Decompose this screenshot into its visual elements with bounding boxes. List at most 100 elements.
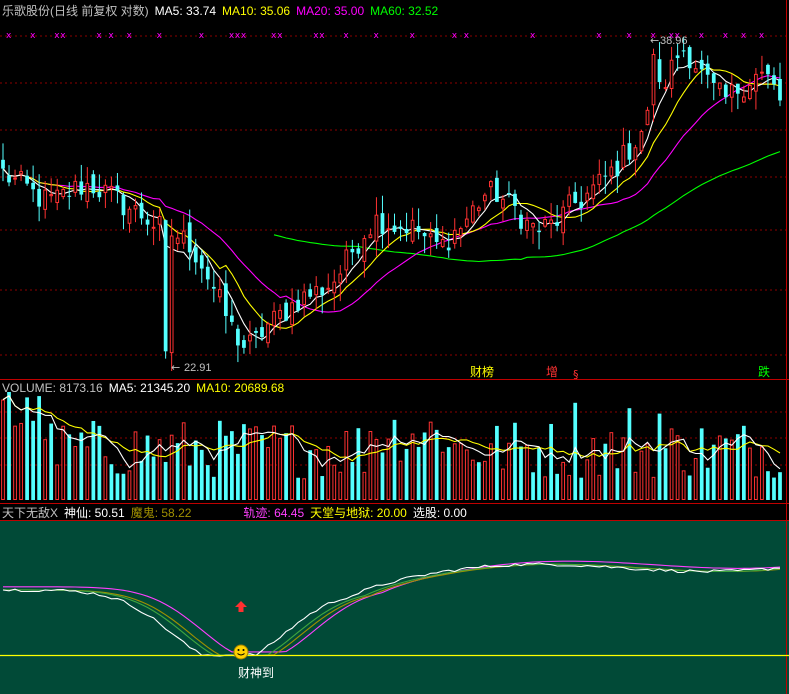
volume-bar-down — [446, 447, 451, 500]
volume-bar-down — [657, 413, 662, 500]
volume-bar-down — [193, 440, 198, 500]
volume-bar-up — [272, 425, 276, 501]
candle-up — [476, 207, 481, 212]
candle-down — [25, 175, 29, 184]
candle-up — [157, 215, 162, 225]
volume-bar-down — [109, 464, 114, 500]
candle-down — [205, 266, 210, 280]
candle-up — [549, 219, 553, 224]
volume-bar-up — [717, 435, 722, 500]
candle-down — [193, 247, 198, 263]
signal-caibang: 财榜 — [470, 364, 494, 379]
top-marker: x — [530, 31, 536, 41]
candle-down — [537, 230, 541, 233]
volume-bar-up — [302, 478, 307, 500]
candle-down — [416, 226, 421, 232]
top-marker: x — [343, 31, 349, 41]
volume-bar-down — [187, 465, 192, 500]
ma60-label: MA60: 32.52 — [370, 4, 439, 18]
candle-down — [555, 222, 560, 226]
volume-bar-up — [591, 438, 596, 500]
candle-up — [621, 144, 626, 168]
low-arrow: ← — [171, 361, 180, 374]
candle-up — [248, 334, 252, 342]
volume-bar-up — [693, 458, 698, 501]
volume-bar-down — [97, 425, 102, 500]
candle-up — [489, 181, 493, 188]
candle-down — [735, 83, 740, 94]
candle-down — [434, 228, 439, 242]
volume-bar-down — [31, 420, 35, 500]
volume-bar-down — [615, 468, 620, 500]
top-marker: x — [30, 31, 36, 41]
volume-bar-up — [482, 460, 487, 500]
candle-down — [199, 255, 204, 269]
volume-bar-up — [127, 470, 132, 501]
candle-down — [380, 213, 385, 234]
volume-bar-up — [410, 433, 415, 500]
candle-down — [211, 286, 216, 289]
volume-bar-down — [699, 428, 704, 500]
volume-bar-up — [338, 471, 343, 501]
volume-bar-down — [380, 452, 385, 500]
candle-up — [272, 310, 276, 327]
volume-bar-down — [115, 473, 120, 500]
candle-up — [314, 286, 319, 296]
volume-bar-up — [157, 439, 162, 501]
volume-bar-up — [428, 421, 433, 500]
ma20-label: MA20: 35.00 — [296, 4, 365, 18]
price-header: 乐歌股份(日线 前复权 对数) MA5: 33.74 MA10: 35.06 MA20… — [2, 4, 444, 18]
guiji-label: 轨迹: 64.45 — [243, 506, 305, 520]
candle-up — [639, 131, 644, 152]
candle-down — [1, 159, 5, 169]
caishen-label: 财神到 — [238, 666, 274, 680]
top-marker: x — [277, 31, 283, 41]
candle-up — [754, 73, 758, 92]
volume-bar-down — [199, 449, 204, 500]
volume-bar-up — [362, 471, 367, 501]
volume-bar-up — [633, 471, 638, 500]
volume-bar-down — [392, 419, 397, 500]
volume-bar-down — [284, 433, 288, 500]
volume-bar-up — [452, 443, 457, 500]
candle-down — [31, 182, 35, 190]
candle-down — [513, 193, 517, 206]
volume-bar-up — [458, 443, 463, 501]
candle-down — [573, 191, 578, 203]
volume-bar-up — [254, 426, 258, 500]
volume-bar-up — [248, 428, 252, 500]
volume-bar-down — [772, 477, 776, 500]
candle-up — [217, 289, 222, 298]
candle-up — [169, 235, 174, 354]
candle-up — [525, 219, 529, 231]
volume-bar-up — [290, 425, 294, 500]
mogui-label: 魔鬼: 58.22 — [130, 506, 192, 520]
volume-bar-down — [555, 473, 560, 500]
volume-bar-down — [416, 446, 421, 500]
candle-down — [723, 84, 728, 98]
volume-bar-down — [320, 476, 325, 500]
candle-down — [254, 330, 258, 333]
volume-bar-down — [25, 397, 29, 500]
candle-up — [19, 171, 23, 175]
volume-bar-up — [43, 439, 48, 500]
volume-bar-down — [7, 392, 11, 500]
smiley-icon — [233, 644, 249, 660]
candle-down — [711, 73, 716, 83]
volume-bar-up — [543, 476, 547, 500]
candle-down — [67, 195, 72, 197]
volume-bar-down — [296, 477, 301, 500]
candle-down — [356, 248, 361, 254]
candle-up — [482, 194, 487, 202]
smiley-eye-left — [237, 649, 240, 651]
candle-down — [187, 222, 192, 253]
high-price-label: 38.96 — [660, 35, 688, 47]
candle-down — [284, 302, 288, 321]
volume-bar-up — [266, 447, 270, 500]
candle-down — [242, 340, 246, 348]
candle-down — [675, 55, 680, 59]
candle-down — [446, 247, 451, 251]
volume-bar-down — [531, 472, 535, 500]
candle-up — [597, 173, 602, 185]
candle-up — [127, 208, 132, 224]
